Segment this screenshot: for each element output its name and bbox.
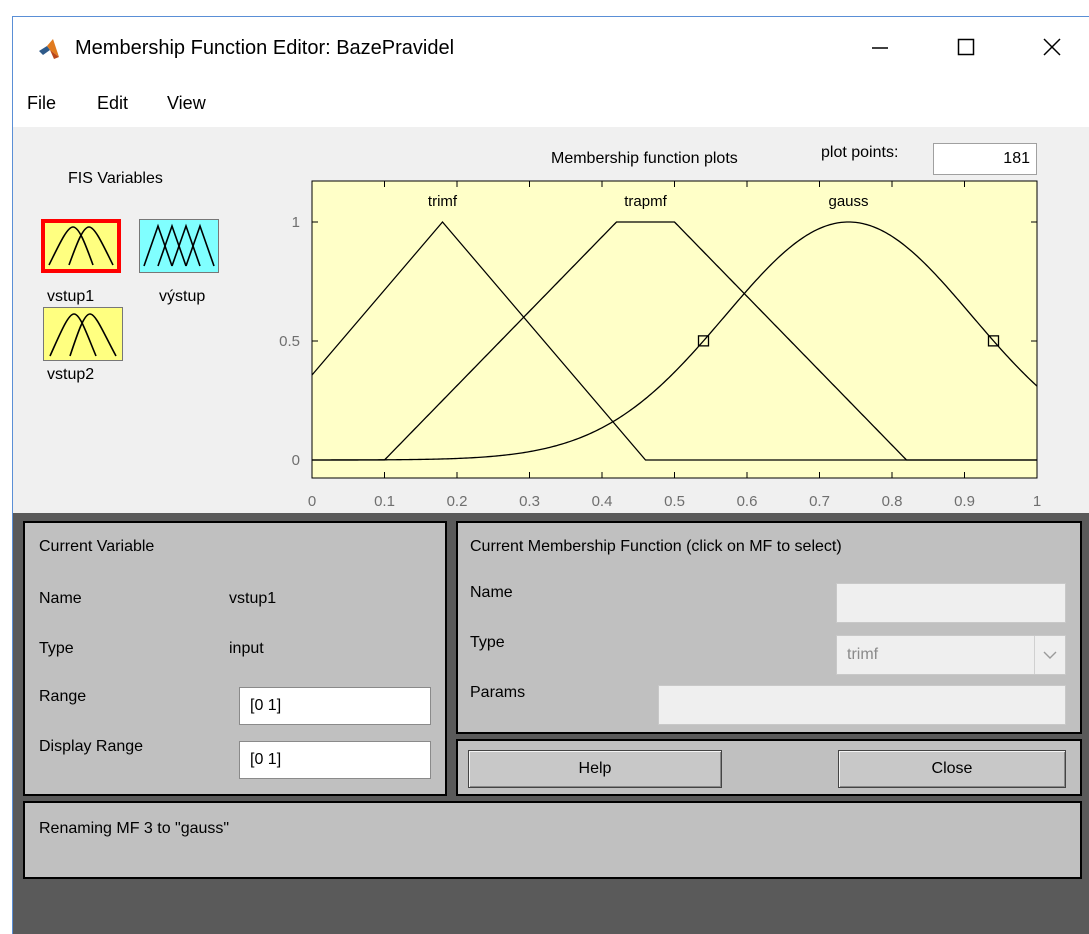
- menu-bar: File Edit View: [13, 81, 1089, 127]
- fis-variable-label: vstup1: [47, 288, 95, 305]
- close-button[interactable]: Close: [838, 750, 1066, 788]
- close-icon: [1043, 38, 1061, 56]
- current-variable-panel: Current Variable Name vstup1 Type input …: [23, 521, 447, 796]
- current-mf-panel: Current Membership Function (click on MF…: [456, 521, 1082, 734]
- mf-type-label: Type: [470, 634, 505, 651]
- fis-variable-label: výstup: [159, 288, 206, 305]
- x-tick-label: 0.7: [809, 493, 830, 507]
- variable-name-value: vstup1: [229, 590, 277, 607]
- y-tick-label: 0.5: [279, 333, 300, 350]
- mf-type-value: trimf: [847, 646, 879, 663]
- x-tick-label: 0.6: [737, 493, 758, 507]
- y-tick-label: 0: [292, 452, 300, 469]
- plot-points-label: plot points:: [821, 144, 899, 161]
- fis-variables-heading: FIS Variables: [68, 170, 163, 187]
- x-tick-label: 0: [308, 493, 316, 507]
- close-window-button[interactable]: [1027, 27, 1077, 67]
- display-range-field[interactable]: [0 1]: [239, 741, 431, 779]
- maximize-icon: [957, 38, 975, 56]
- help-button[interactable]: Help: [468, 750, 722, 788]
- editor-client-area: FIS Variables vstup1 výstup vstup2 Membe…: [13, 127, 1089, 934]
- fis-variable-vstup1[interactable]: [41, 219, 121, 273]
- fis-variable-vystup[interactable]: [139, 219, 219, 273]
- window-title: Membership Function Editor: BazePravidel: [75, 37, 455, 59]
- variable-type-label: Type: [39, 640, 74, 657]
- minimize-icon: [872, 47, 888, 49]
- figure-area: FIS Variables vstup1 výstup vstup2 Membe…: [13, 127, 1089, 510]
- menu-edit[interactable]: Edit: [97, 91, 128, 115]
- x-tick-label: 0.2: [447, 493, 468, 507]
- maximize-button[interactable]: [941, 27, 991, 67]
- plot-points-input[interactable]: 181: [933, 143, 1037, 175]
- minimize-button[interactable]: [855, 27, 905, 67]
- matlab-icon: [39, 39, 59, 59]
- range-field[interactable]: [0 1]: [239, 687, 431, 725]
- mf-label-trimf: trimf: [428, 193, 458, 210]
- menu-file[interactable]: File: [27, 91, 56, 115]
- input-mf-icon: [48, 226, 114, 266]
- x-tick-label: 0.1: [374, 493, 395, 507]
- fis-variable-label: vstup2: [47, 366, 95, 383]
- x-tick-label: 1: [1033, 493, 1041, 507]
- current-mf-heading: Current Membership Function (click on MF…: [470, 538, 842, 555]
- x-tick-label: 0.4: [592, 493, 613, 507]
- status-panel: Renaming MF 3 to "gauss": [23, 801, 1082, 879]
- status-text: Renaming MF 3 to "gauss": [39, 820, 230, 837]
- display-range-label: Display Range: [39, 738, 144, 755]
- range-label: Range: [39, 688, 87, 705]
- membership-function-plot[interactable]: 00.10.20.30.40.50.60.70.80.9100.51input …: [269, 177, 1069, 507]
- mf-type-select[interactable]: trimf: [836, 635, 1066, 675]
- mf-params-label: Params: [470, 684, 526, 701]
- variable-type-value: input: [229, 640, 264, 657]
- mf-name-field[interactable]: [836, 583, 1066, 623]
- menu-view[interactable]: View: [167, 91, 206, 115]
- mf-label-trapmf: trapmf: [624, 193, 667, 210]
- mf-params-field[interactable]: [658, 685, 1066, 725]
- button-panel: Help Close: [456, 739, 1082, 796]
- plot-title: Membership function plots: [551, 150, 738, 167]
- x-tick-label: 0.9: [954, 493, 975, 507]
- plot-area: [311, 180, 1038, 479]
- fis-variable-vstup2[interactable]: [43, 307, 123, 361]
- y-tick-label: 1: [292, 214, 300, 231]
- mf-label-gauss: gauss: [828, 193, 868, 210]
- input-mf-icon: [49, 313, 117, 357]
- title-bar: Membership Function Editor: BazePravidel: [13, 17, 1089, 81]
- output-mf-icon: [143, 223, 215, 267]
- current-variable-heading: Current Variable: [39, 538, 155, 555]
- mf-name-label: Name: [470, 584, 513, 601]
- chevron-down-icon: [1034, 636, 1065, 674]
- x-tick-label: 0.5: [664, 493, 685, 507]
- x-tick-label: 0.3: [519, 493, 540, 507]
- mf-editor-window: Membership Function Editor: BazePravidel…: [12, 16, 1089, 934]
- variable-name-label: Name: [39, 590, 82, 607]
- x-tick-label: 0.8: [882, 493, 903, 507]
- control-area: Current Variable Name vstup1 Type input …: [13, 513, 1089, 934]
